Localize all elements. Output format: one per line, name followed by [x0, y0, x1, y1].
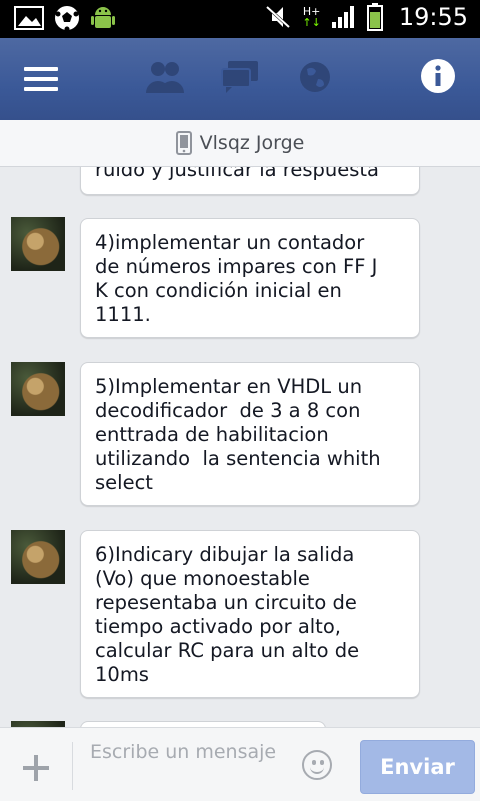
contact-name: Vlsqz Jorge — [199, 132, 305, 154]
android-icon — [91, 7, 115, 28]
avatar[interactable] — [11, 217, 65, 271]
network-indicator: H+ ↑↓ — [302, 5, 321, 29]
clock-time: 19:55 — [398, 3, 468, 31]
signal-icon — [331, 6, 354, 28]
conversation-header: Vlsqz Jorge — [0, 120, 480, 167]
image-icon — [14, 6, 44, 30]
plus-icon — [23, 755, 49, 781]
avatar[interactable] — [11, 362, 65, 416]
info-icon[interactable] — [419, 57, 457, 95]
message-input[interactable] — [90, 740, 280, 790]
send-button[interactable]: Enviar — [360, 740, 475, 794]
messages-icon[interactable] — [220, 59, 260, 95]
emoji-icon[interactable] — [302, 750, 332, 780]
add-attachment-button[interactable] — [14, 746, 58, 790]
message-bubble: 5)Implementar en VHDL un decodificador d… — [80, 362, 420, 506]
app-bar — [0, 38, 480, 120]
phone-icon — [175, 131, 192, 155]
menu-icon[interactable] — [24, 65, 58, 93]
message-bubble: 4)implementar un contador de números imp… — [80, 218, 420, 338]
soccer-ball-icon — [55, 6, 79, 31]
message-list[interactable]: ruido y justificar la respuesta 4)implem… — [0, 167, 480, 727]
message-bubble: 6)Indicary dibujar la salida (Vo) que mo… — [80, 530, 420, 698]
message-bubble: ruido y justificar la respuesta — [80, 167, 420, 195]
mute-icon — [266, 5, 291, 29]
compose-bar: Enviar — [0, 727, 480, 801]
globe-icon[interactable] — [298, 59, 332, 95]
friends-icon[interactable] — [144, 59, 186, 95]
divider — [72, 742, 73, 790]
status-bar: H+ ↑↓ 19:55 — [0, 0, 480, 38]
avatar[interactable] — [11, 530, 65, 584]
battery-icon — [366, 3, 383, 31]
